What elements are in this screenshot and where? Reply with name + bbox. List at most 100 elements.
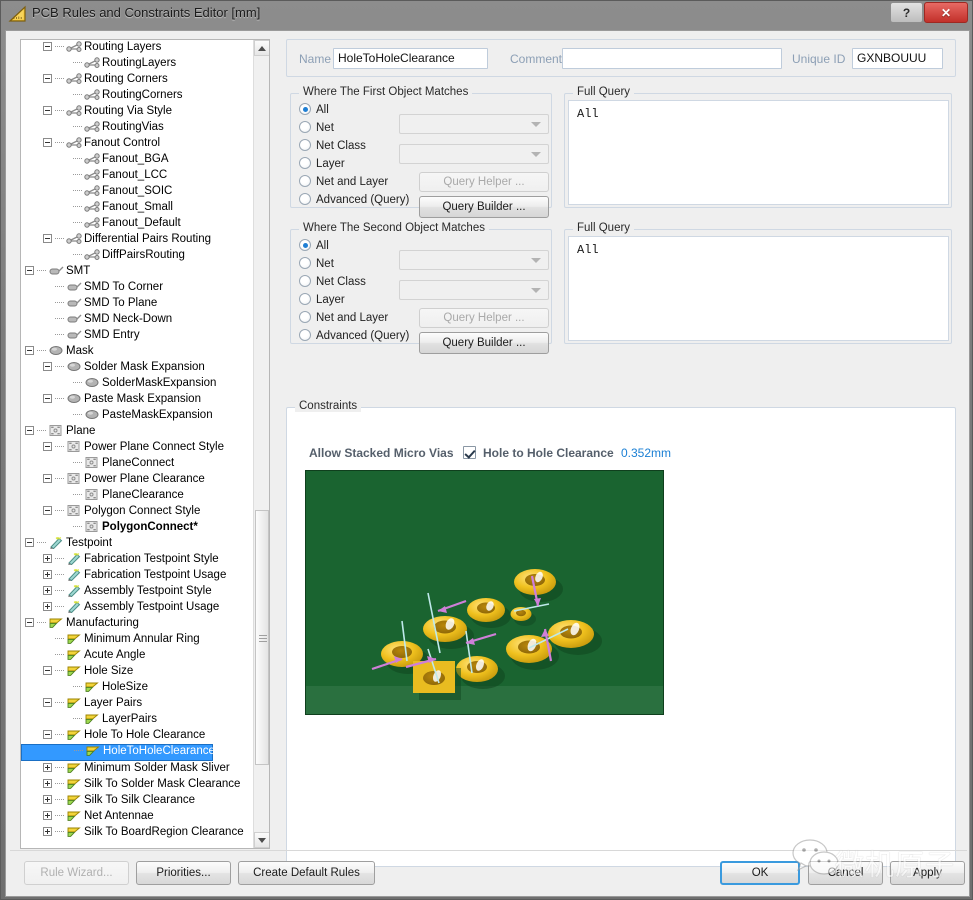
second-query-builder-button[interactable]: Query Builder ... (419, 332, 549, 354)
tree-item-hole-size[interactable]: Hole Size (21, 664, 254, 680)
tree-item-pastemaskexpansion[interactable]: PasteMaskExpansion (21, 408, 254, 424)
first-option-net-class[interactable]: Net Class (299, 139, 366, 158)
tree-item-solder-mask-expansion[interactable]: Solder Mask Expansion (21, 360, 254, 376)
rules-tree-panel[interactable]: Routing Layers RoutingLayers Routing Corne… (20, 39, 270, 849)
tree-expander[interactable] (43, 234, 52, 244)
tree-expander[interactable] (43, 138, 52, 148)
tree-expander[interactable] (25, 346, 34, 356)
tree-item-fabrication-testpoint-usage[interactable]: Fabrication Testpoint Usage (21, 568, 254, 584)
second-net-class-combo[interactable] (399, 280, 549, 300)
priorities-button[interactable]: Priorities... (136, 861, 231, 885)
tree-expander[interactable] (43, 698, 52, 708)
second-option-net[interactable]: Net (299, 257, 334, 276)
tree-item-layerpairs[interactable]: LayerPairs (21, 712, 254, 728)
second-query-helper-button[interactable]: Query Helper ... (419, 308, 549, 328)
tree-item-power-plane-connect-style[interactable]: Power Plane Connect Style (21, 440, 254, 456)
tree-expander[interactable] (25, 618, 34, 628)
tree-expander[interactable] (43, 554, 52, 564)
tree-expander[interactable] (43, 763, 52, 773)
tree-item-smt[interactable]: SMT (21, 264, 254, 280)
ok-button[interactable]: OK (720, 861, 800, 885)
rules-tree[interactable]: Routing Layers RoutingLayers Routing Corne… (21, 40, 254, 848)
tree-item-holesize[interactable]: HoleSize (21, 680, 254, 696)
tree-expander[interactable] (43, 795, 52, 805)
unique-id-input[interactable]: GXNBOUUU (852, 48, 943, 69)
tree-expander[interactable] (25, 538, 34, 548)
tree-expander[interactable] (43, 570, 52, 580)
hole-to-hole-clearance-value[interactable]: 0.352mm (621, 446, 671, 460)
first-net-combo[interactable] (399, 114, 549, 134)
first-option-net[interactable]: Net (299, 121, 334, 140)
close-button[interactable]: ✕ (924, 2, 968, 23)
tree-expander[interactable] (43, 362, 52, 372)
tree-expander[interactable] (25, 266, 34, 276)
tree-expander[interactable] (43, 74, 52, 84)
first-option-layer[interactable]: Layer (299, 157, 345, 176)
tree-item-manufacturing[interactable]: Manufacturing (21, 616, 254, 632)
first-full-query-box[interactable]: All (568, 100, 949, 205)
second-option-advanced-query[interactable]: Advanced (Query) (299, 329, 409, 348)
tree-item-fanout-control[interactable]: Fanout Control (21, 136, 254, 152)
tree-item-minimum-solder-mask-sliver[interactable]: Minimum Solder Mask Sliver (21, 761, 254, 777)
tree-item-fanout-bga[interactable]: Fanout_BGA (21, 152, 254, 168)
tree-item-polygon-connect-style[interactable]: Polygon Connect Style (21, 504, 254, 520)
tree-item-fanout-soic[interactable]: Fanout_SOIC (21, 184, 254, 200)
tree-item-hole-to-hole-clearance[interactable]: Hole To Hole Clearance (21, 728, 254, 744)
first-option-all[interactable]: All (299, 103, 329, 122)
tree-expander[interactable] (43, 811, 52, 821)
help-button[interactable]: ? (890, 2, 923, 23)
apply-button[interactable]: Apply (890, 861, 965, 885)
tree-item-acute-angle[interactable]: Acute Angle (21, 648, 254, 664)
tree-expander[interactable] (43, 779, 52, 789)
tree-expander[interactable] (25, 426, 34, 436)
second-option-layer[interactable]: Layer (299, 293, 345, 312)
tree-item-soldermaskexpansion[interactable]: SolderMaskExpansion (21, 376, 254, 392)
tree-scrollbar[interactable] (253, 40, 269, 848)
scroll-down-button[interactable] (254, 832, 269, 848)
tree-item-paste-mask-expansion[interactable]: Paste Mask Expansion (21, 392, 254, 408)
create-default-rules-button[interactable]: Create Default Rules (238, 861, 375, 885)
first-query-helper-button[interactable]: Query Helper ... (419, 172, 549, 192)
rule-wizard-button[interactable]: Rule Wizard... (24, 861, 129, 885)
tree-item-fanout-small[interactable]: Fanout_Small (21, 200, 254, 216)
tree-item-smd-entry[interactable]: SMD Entry (21, 328, 254, 344)
tree-expander[interactable] (43, 442, 52, 452)
tree-item-silk-to-solder-mask-clearance[interactable]: Silk To Solder Mask Clearance (21, 777, 254, 793)
tree-item-power-plane-clearance[interactable]: Power Plane Clearance (21, 472, 254, 488)
tree-item-mask[interactable]: Mask (21, 344, 254, 360)
first-net-class-combo[interactable] (399, 144, 549, 164)
tree-item-plane[interactable]: Plane (21, 424, 254, 440)
tree-item-smd-to-corner[interactable]: SMD To Corner (21, 280, 254, 296)
cancel-button[interactable]: Cancel (808, 861, 883, 885)
scroll-up-button[interactable] (254, 40, 269, 56)
tree-item-routingvias[interactable]: RoutingVias (21, 120, 254, 136)
tree-item-routingcorners[interactable]: RoutingCorners (21, 88, 254, 104)
tree-item-planeclearance[interactable]: PlaneClearance (21, 488, 254, 504)
tree-item-minimum-annular-ring[interactable]: Minimum Annular Ring (21, 632, 254, 648)
tree-item-assembly-testpoint-style[interactable]: Assembly Testpoint Style (21, 584, 254, 600)
tree-item-testpoint[interactable]: Testpoint (21, 536, 254, 552)
tree-expander[interactable] (43, 394, 52, 404)
first-option-advanced-query[interactable]: Advanced (Query) (299, 193, 409, 212)
tree-item-routing-via-style[interactable]: Routing Via Style (21, 104, 254, 120)
tree-item-polygonconnect[interactable]: PolygonConnect* (21, 520, 254, 536)
hole-to-hole-clearance-checkbox[interactable] (463, 446, 476, 459)
second-option-net-and-layer[interactable]: Net and Layer (299, 311, 388, 330)
tree-expander[interactable] (43, 827, 52, 837)
tree-item-layer-pairs[interactable]: Layer Pairs (21, 696, 254, 712)
tree-expander[interactable] (43, 602, 52, 612)
tree-expander[interactable] (43, 106, 52, 116)
tree-expander[interactable] (43, 506, 52, 516)
name-input[interactable]: HoleToHoleClearance (333, 48, 488, 69)
tree-expander[interactable] (43, 42, 52, 52)
tree-item-net-antennae[interactable]: Net Antennae (21, 809, 254, 825)
tree-expander[interactable] (43, 586, 52, 596)
second-option-net-class[interactable]: Net Class (299, 275, 366, 294)
tree-expander[interactable] (43, 474, 52, 484)
first-query-builder-button[interactable]: Query Builder ... (419, 196, 549, 218)
tree-expander[interactable] (43, 666, 52, 676)
tree-item-holetoholeclearance[interactable]: HoleToHoleClearance (21, 744, 215, 761)
tree-item-smd-neck-down[interactable]: SMD Neck-Down (21, 312, 254, 328)
scrollbar-thumb[interactable] (255, 510, 269, 765)
second-option-all[interactable]: All (299, 239, 329, 258)
